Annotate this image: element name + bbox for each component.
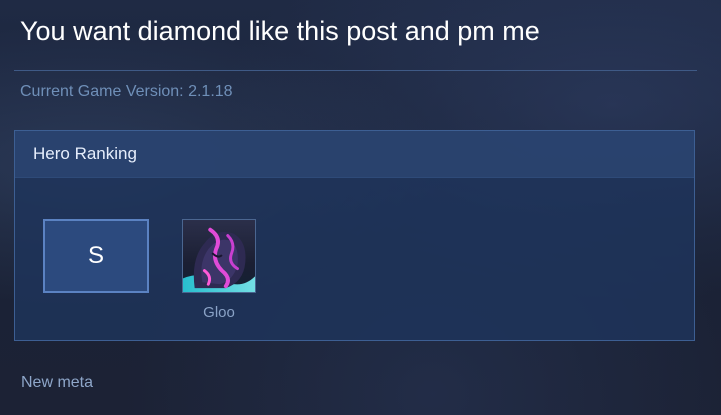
post-title: You want diamond like this post and pm m… [20, 16, 540, 46]
tier-s-badge[interactable]: S [43, 219, 149, 293]
title-divider [14, 70, 697, 71]
game-version-text: Current Game Version: 2.1.18 [20, 83, 233, 100]
hero-card-gloo[interactable]: Gloo [181, 219, 257, 321]
new-meta-text: New meta [21, 374, 94, 391]
hero-ranking-panel: Hero Ranking S Gloo [14, 130, 695, 341]
hero-ranking-header: Hero Ranking [15, 131, 694, 178]
gloo-hero-portrait-icon [182, 219, 256, 293]
hero-ranking-title: Hero Ranking [33, 144, 137, 163]
tier-label: S [87, 242, 104, 269]
hero-name: Gloo [203, 304, 235, 321]
